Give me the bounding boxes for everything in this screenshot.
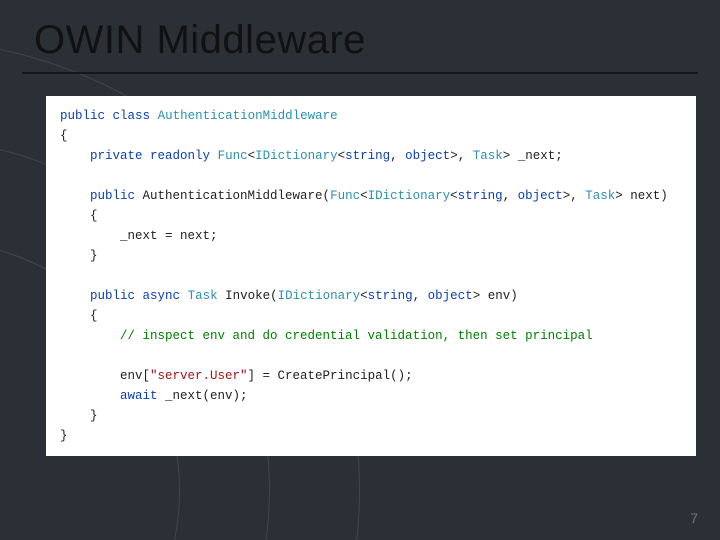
code-panel: public class AuthenticationMiddleware { …: [46, 96, 696, 456]
kw-class: class: [113, 109, 151, 123]
string-literal: "server.User": [150, 369, 248, 383]
code-block: public class AuthenticationMiddleware { …: [60, 106, 682, 446]
title-underline: [22, 72, 698, 74]
code-comment: // inspect env and do credential validat…: [120, 329, 593, 343]
type-name: AuthenticationMiddleware: [158, 109, 338, 123]
page-number: 7: [690, 510, 698, 526]
slide-title: OWIN Middleware: [34, 18, 366, 63]
kw-public: public: [60, 109, 105, 123]
